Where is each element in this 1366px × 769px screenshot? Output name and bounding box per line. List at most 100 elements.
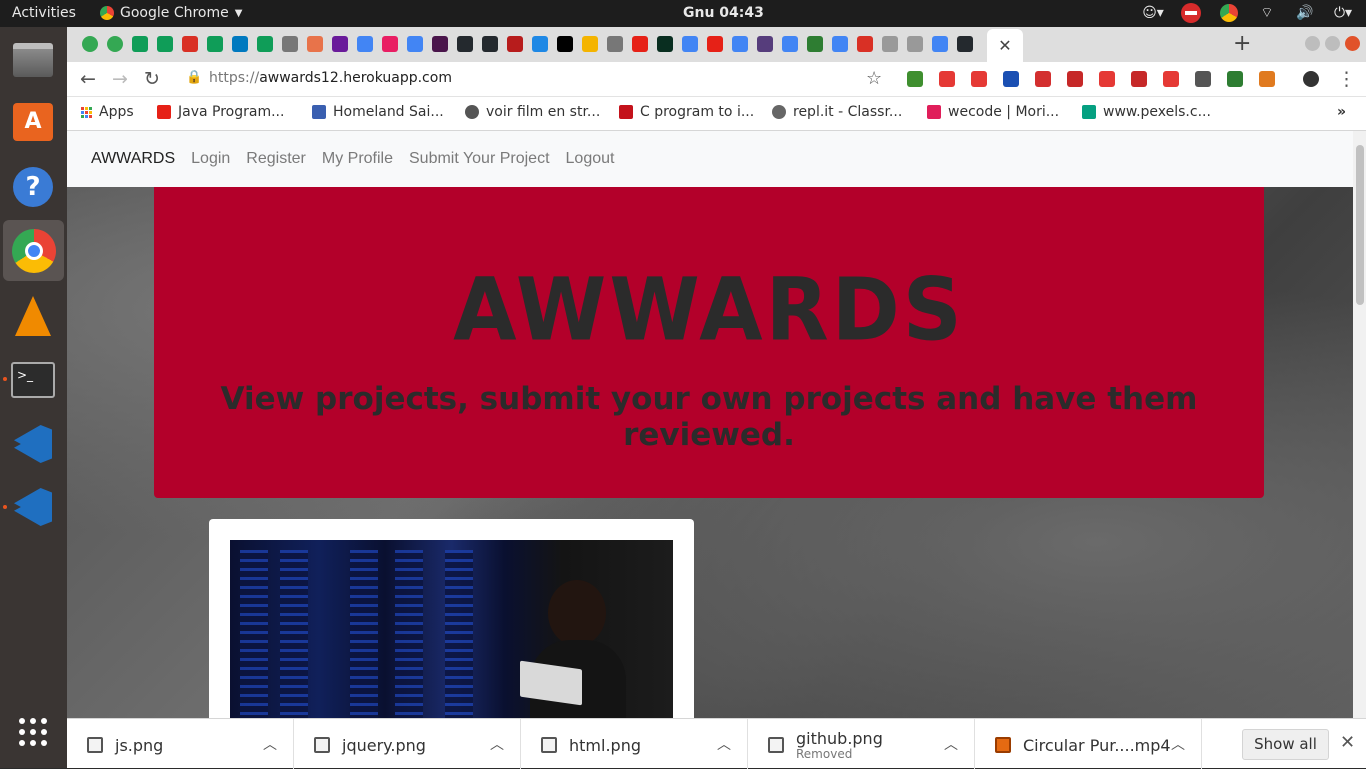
tab-favicon[interactable] bbox=[382, 36, 398, 52]
tab-favicon[interactable] bbox=[157, 36, 173, 52]
download-item[interactable]: Circular Pur....mp4 ︿ bbox=[975, 719, 1202, 769]
tab-favicon[interactable] bbox=[432, 36, 448, 52]
clock[interactable]: Gnu 04:43 bbox=[683, 5, 764, 21]
tab-favicon[interactable] bbox=[407, 36, 423, 52]
project-image[interactable] bbox=[230, 540, 673, 718]
nav-register-link[interactable]: Register bbox=[246, 150, 306, 168]
extension-icon[interactable] bbox=[1003, 71, 1019, 87]
tab-favicon[interactable] bbox=[707, 36, 723, 52]
volume-icon[interactable]: 🔊 bbox=[1294, 3, 1316, 23]
chrome-tray-icon[interactable] bbox=[1218, 3, 1240, 23]
tab-favicon[interactable] bbox=[932, 36, 948, 52]
extension-icon[interactable] bbox=[1067, 71, 1083, 87]
forward-button[interactable]: → bbox=[112, 68, 128, 90]
tab-favicon[interactable] bbox=[307, 36, 323, 52]
tab-favicon[interactable] bbox=[632, 36, 648, 52]
nav-logout-link[interactable]: Logout bbox=[566, 150, 615, 168]
tab-favicon[interactable] bbox=[357, 36, 373, 52]
terminal-icon[interactable]: >_ bbox=[8, 355, 58, 405]
tab-favicon[interactable] bbox=[832, 36, 848, 52]
page-scrollbar[interactable] bbox=[1353, 131, 1366, 718]
tab-favicon[interactable] bbox=[182, 36, 198, 52]
vlc-icon[interactable] bbox=[8, 291, 58, 341]
tab-favicon[interactable] bbox=[582, 36, 598, 52]
close-shelf-icon[interactable]: ✕ bbox=[1340, 732, 1355, 753]
tab-favicon[interactable] bbox=[332, 36, 348, 52]
extension-icon[interactable] bbox=[1163, 71, 1179, 87]
extension-icon[interactable] bbox=[1035, 71, 1051, 87]
download-item[interactable]: jquery.png ︿ bbox=[294, 719, 521, 769]
do-not-disturb-icon[interactable] bbox=[1180, 3, 1202, 23]
close-tab-icon[interactable]: ✕ bbox=[998, 36, 1011, 55]
bookmark-star-icon[interactable]: ☆ bbox=[866, 68, 882, 89]
system-tray[interactable]: ☺▾ ⌔ 🔊 ⏻▾ bbox=[1142, 3, 1354, 23]
chevron-up-icon[interactable]: ︿ bbox=[1171, 734, 1185, 754]
tab-favicon[interactable] bbox=[807, 36, 823, 52]
reload-button[interactable]: ↻ bbox=[144, 68, 160, 90]
help-icon[interactable]: ? bbox=[8, 162, 58, 212]
nav-submit-project-link[interactable]: Submit Your Project bbox=[409, 150, 550, 168]
site-brand-link[interactable]: AWWARDS bbox=[91, 150, 175, 168]
tab-favicon[interactable] bbox=[257, 36, 273, 52]
tab-favicon[interactable] bbox=[282, 36, 298, 52]
tab-favicon[interactable] bbox=[482, 36, 498, 52]
bookmark-apps[interactable]: Apps bbox=[81, 104, 134, 120]
tab-favicon[interactable] bbox=[132, 36, 148, 52]
tab-favicon[interactable] bbox=[732, 36, 748, 52]
bookmark-homeland[interactable]: Homeland Sai... bbox=[312, 104, 444, 120]
activities-button[interactable]: Activities bbox=[12, 5, 76, 21]
chrome-dock-icon[interactable] bbox=[3, 220, 64, 281]
active-tab[interactable]: ✕ bbox=[987, 29, 1023, 62]
extension-icon[interactable] bbox=[1259, 71, 1275, 87]
bookmark-java-program[interactable]: Java Program... bbox=[157, 104, 284, 120]
show-all-downloads-button[interactable]: Show all bbox=[1242, 729, 1329, 760]
extension-icon[interactable] bbox=[1195, 71, 1211, 87]
download-item[interactable]: html.png ︿ bbox=[521, 719, 748, 769]
tab-favicon[interactable] bbox=[232, 36, 248, 52]
tab-favicon[interactable] bbox=[207, 36, 223, 52]
tab-favicon[interactable] bbox=[107, 36, 123, 52]
software-center-icon[interactable]: A bbox=[8, 97, 58, 147]
accessibility-icon[interactable]: ☺▾ bbox=[1142, 3, 1164, 23]
chevron-up-icon[interactable]: ︿ bbox=[490, 734, 504, 754]
tab-favicon[interactable] bbox=[782, 36, 798, 52]
download-item[interactable]: js.png ︿ bbox=[67, 719, 294, 769]
tab-favicon[interactable] bbox=[757, 36, 773, 52]
extension-icon[interactable] bbox=[1131, 71, 1147, 87]
tab-favicon[interactable] bbox=[857, 36, 873, 52]
more-bookmarks-chevron-icon[interactable]: » bbox=[1337, 104, 1346, 120]
bookmark-wecode[interactable]: wecode | Mori... bbox=[927, 104, 1059, 120]
files-icon[interactable] bbox=[8, 35, 58, 85]
bookmark-c-program[interactable]: C program to i... bbox=[619, 104, 754, 120]
project-card[interactable] bbox=[209, 519, 694, 718]
tab-favicon[interactable] bbox=[882, 36, 898, 52]
new-tab-button[interactable]: + bbox=[1233, 31, 1251, 56]
wifi-icon[interactable]: ⌔ bbox=[1256, 3, 1278, 23]
close-window-button[interactable] bbox=[1345, 36, 1360, 51]
tab-favicon[interactable] bbox=[957, 36, 973, 52]
bookmark-voir-film[interactable]: voir film en str... bbox=[465, 104, 600, 120]
tab-favicon[interactable] bbox=[657, 36, 673, 52]
url-text[interactable]: https://awwards12.herokuapp.com bbox=[209, 70, 452, 86]
tab-favicon[interactable] bbox=[682, 36, 698, 52]
chevron-up-icon[interactable]: ︿ bbox=[717, 734, 731, 754]
extension-icon[interactable] bbox=[939, 71, 955, 87]
chevron-up-icon[interactable]: ︿ bbox=[263, 734, 277, 754]
back-button[interactable]: ← bbox=[80, 68, 96, 90]
extension-icon[interactable] bbox=[1227, 71, 1243, 87]
tab-favicon[interactable] bbox=[557, 36, 573, 52]
extension-icon[interactable] bbox=[1099, 71, 1115, 87]
tab-favicon[interactable] bbox=[532, 36, 548, 52]
show-applications-icon[interactable] bbox=[8, 707, 58, 757]
power-icon[interactable]: ⏻▾ bbox=[1332, 3, 1354, 23]
vscode-icon[interactable] bbox=[8, 419, 58, 469]
app-menu[interactable]: Google Chrome ▼ bbox=[100, 5, 242, 21]
vscode-icon-2[interactable] bbox=[8, 482, 58, 532]
bookmark-pexels[interactable]: www.pexels.c... bbox=[1082, 104, 1211, 120]
scrollbar-thumb[interactable] bbox=[1356, 145, 1364, 305]
nav-login-link[interactable]: Login bbox=[191, 150, 230, 168]
maximize-window-button[interactable] bbox=[1325, 36, 1340, 51]
chrome-menu-icon[interactable]: ⋮ bbox=[1337, 68, 1356, 90]
address-bar[interactable]: 🔒 https://awwards12.herokuapp.com bbox=[180, 66, 890, 93]
extension-icon[interactable] bbox=[1303, 71, 1319, 87]
